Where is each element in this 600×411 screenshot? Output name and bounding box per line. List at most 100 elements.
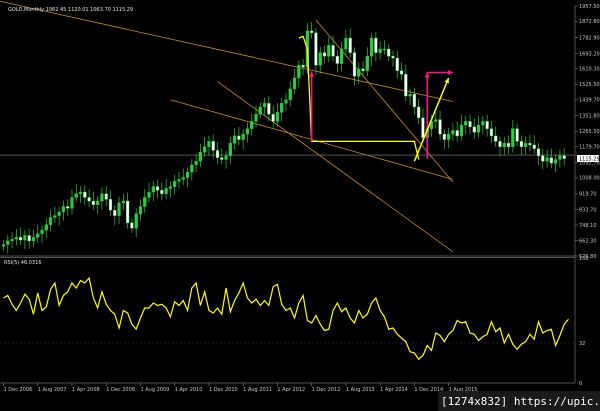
watermark-text: [1274x832] https://upic.me/ xyxy=(441,395,600,408)
candle-body xyxy=(104,193,108,200)
candle-body xyxy=(19,237,23,241)
time-tick-label: 1 Aug 2007 xyxy=(38,387,67,393)
candle-body xyxy=(74,193,78,198)
candle-body xyxy=(374,37,378,53)
time-tick-label: 1 Apr 2010 xyxy=(175,387,203,393)
candle-body xyxy=(472,126,476,133)
time-tick-label: 1 Apr 2012 xyxy=(277,387,305,393)
candle-body xyxy=(275,112,280,122)
price-tick-label: 1179.70 xyxy=(579,145,600,151)
time-tick-label: 1 Aug 2013 xyxy=(346,387,375,393)
candle-body xyxy=(6,240,10,245)
candle-body xyxy=(126,200,130,224)
chart-frame xyxy=(0,0,600,411)
candle-body xyxy=(108,199,113,211)
candle-body xyxy=(207,141,211,147)
candle-body xyxy=(494,135,498,142)
time-tick-label: 1 Dec 2008 xyxy=(106,387,135,393)
candle-body xyxy=(203,146,207,153)
candle-body xyxy=(23,235,27,241)
candle-body xyxy=(322,52,327,57)
candle-body xyxy=(194,161,198,166)
candle-body xyxy=(391,56,395,59)
rsi-tick-label: 100 xyxy=(579,256,589,262)
candle-body xyxy=(262,103,267,108)
price-tick-label: 919.70 xyxy=(579,192,597,198)
price-tick-label: 1782.90 xyxy=(579,35,600,41)
candle-body xyxy=(459,124,464,137)
candle-body xyxy=(562,155,566,159)
candle-body xyxy=(134,213,138,229)
chart-background xyxy=(0,0,600,411)
candle-body xyxy=(541,155,545,162)
candle-body xyxy=(121,200,125,204)
candle-body xyxy=(215,150,220,158)
candle-body xyxy=(155,186,160,191)
candle-body xyxy=(455,130,459,137)
candle-body xyxy=(489,128,494,137)
candle-body xyxy=(335,56,339,64)
candle-body xyxy=(344,37,348,50)
candle-body xyxy=(288,88,292,100)
candle-body xyxy=(31,237,36,242)
candle-body xyxy=(1,244,6,247)
candle-body xyxy=(524,142,528,147)
candle-body xyxy=(280,103,284,113)
candle-body xyxy=(506,142,511,147)
price-tick-label: 1351.80 xyxy=(579,113,600,119)
price-tick-label: 748.10 xyxy=(579,223,597,229)
candle-body xyxy=(254,113,258,122)
candle-body xyxy=(143,197,147,207)
candle-body xyxy=(369,37,374,57)
time-tick-label: 1 Dec 2006 xyxy=(4,387,33,393)
candle-body xyxy=(395,57,399,71)
candle-body xyxy=(57,211,61,216)
candle-body xyxy=(310,30,314,33)
candle-body xyxy=(361,68,365,71)
price-tick-label: 1525.50 xyxy=(579,82,600,88)
candle-body xyxy=(151,186,155,193)
chart-svg: GOLD,Monthly 1062.45 1120.01 1063.70 111… xyxy=(0,0,600,411)
rsi-title: RSI(5) 46.0316 xyxy=(4,260,41,266)
candle-body xyxy=(117,202,121,216)
candle-body xyxy=(301,65,305,68)
candle-body xyxy=(318,52,322,66)
candle-body xyxy=(442,133,446,140)
price-tick-label: 1610.30 xyxy=(579,67,600,73)
candle-body xyxy=(438,119,442,135)
candle-body xyxy=(10,238,14,242)
candle-body xyxy=(399,70,404,75)
time-tick-label: 1 Apr 2014 xyxy=(380,387,408,393)
candle-body xyxy=(421,117,425,138)
candle-body xyxy=(267,103,271,115)
candle-body xyxy=(211,141,215,151)
candle-body xyxy=(168,186,173,189)
candle-body xyxy=(340,48,344,64)
candle-body xyxy=(511,128,515,147)
candle-body xyxy=(164,188,168,195)
candle-body xyxy=(185,171,190,178)
candle-body xyxy=(36,233,40,238)
candle-body xyxy=(40,229,44,234)
candle-body xyxy=(387,48,391,57)
candle-body xyxy=(532,144,536,149)
candle-body xyxy=(198,152,202,162)
candle-body xyxy=(434,119,438,122)
time-tick-label: 1 Dec 2010 xyxy=(209,387,238,393)
price-tick-label: 833.70 xyxy=(579,207,597,213)
candle-body xyxy=(382,48,387,51)
candle-body xyxy=(48,217,53,225)
price-tick-label: 1265.50 xyxy=(579,129,600,135)
candle-body xyxy=(70,197,74,209)
candle-body xyxy=(476,124,481,133)
candle-body xyxy=(468,121,472,128)
candle-body xyxy=(44,224,48,231)
price-tick-label: 1872.80 xyxy=(579,19,600,25)
candle-body xyxy=(113,209,117,216)
candle-body xyxy=(348,37,352,53)
candle-body xyxy=(554,159,558,164)
candle-body xyxy=(408,94,412,97)
candle-body xyxy=(14,237,18,240)
price-tick-label: 1693.20 xyxy=(579,52,600,58)
candle-body xyxy=(228,142,232,157)
